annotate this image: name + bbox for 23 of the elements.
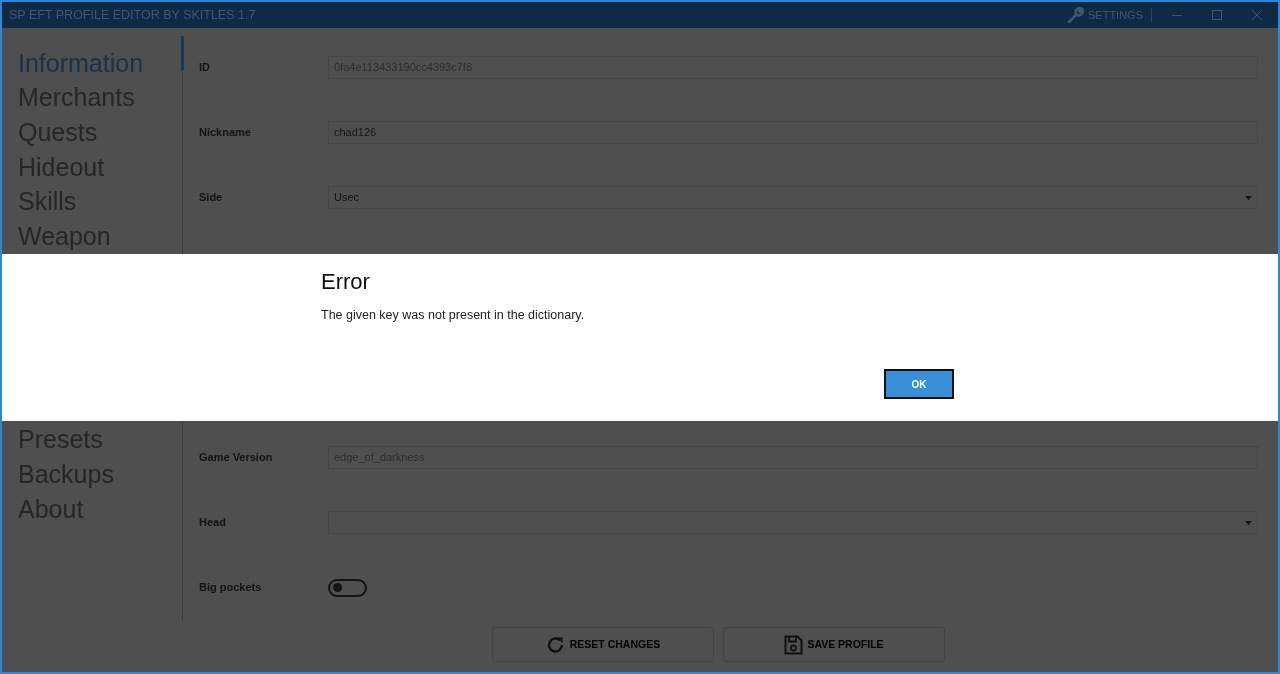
field-label: Head: [199, 515, 227, 531]
toggle-switch[interactable]: [328, 578, 367, 597]
refresh-icon: [545, 634, 566, 655]
minimize-icon[interactable]: [1172, 14, 1182, 16]
field-label: Game Version: [199, 450, 274, 466]
reset-button[interactable]: RESET CHANGES: [492, 627, 714, 662]
maximize-icon[interactable]: [1212, 10, 1222, 20]
close-icon[interactable]: [1252, 10, 1262, 20]
dialog-message: The given key was not present in the dictionary.: [321, 306, 586, 324]
ok-button[interactable]: OK: [884, 369, 954, 399]
text-field[interactable]: chad126: [328, 121, 1258, 144]
caret-icon: [1245, 195, 1252, 200]
caret-icon: [1245, 520, 1252, 525]
field-label: Big pockets: [199, 580, 263, 596]
dropdown[interactable]: [328, 511, 1258, 534]
dropdown[interactable]: Usec: [328, 186, 1258, 209]
field-label: Nickname: [199, 125, 252, 141]
sidebar-item[interactable]: Information: [18, 50, 144, 76]
dialog-title: Error: [321, 268, 371, 296]
selection-indicator: [181, 36, 184, 70]
field-label: Side: [199, 190, 224, 206]
save-button[interactable]: SAVE PROFILE: [723, 627, 945, 662]
field-label: ID: [199, 60, 211, 76]
